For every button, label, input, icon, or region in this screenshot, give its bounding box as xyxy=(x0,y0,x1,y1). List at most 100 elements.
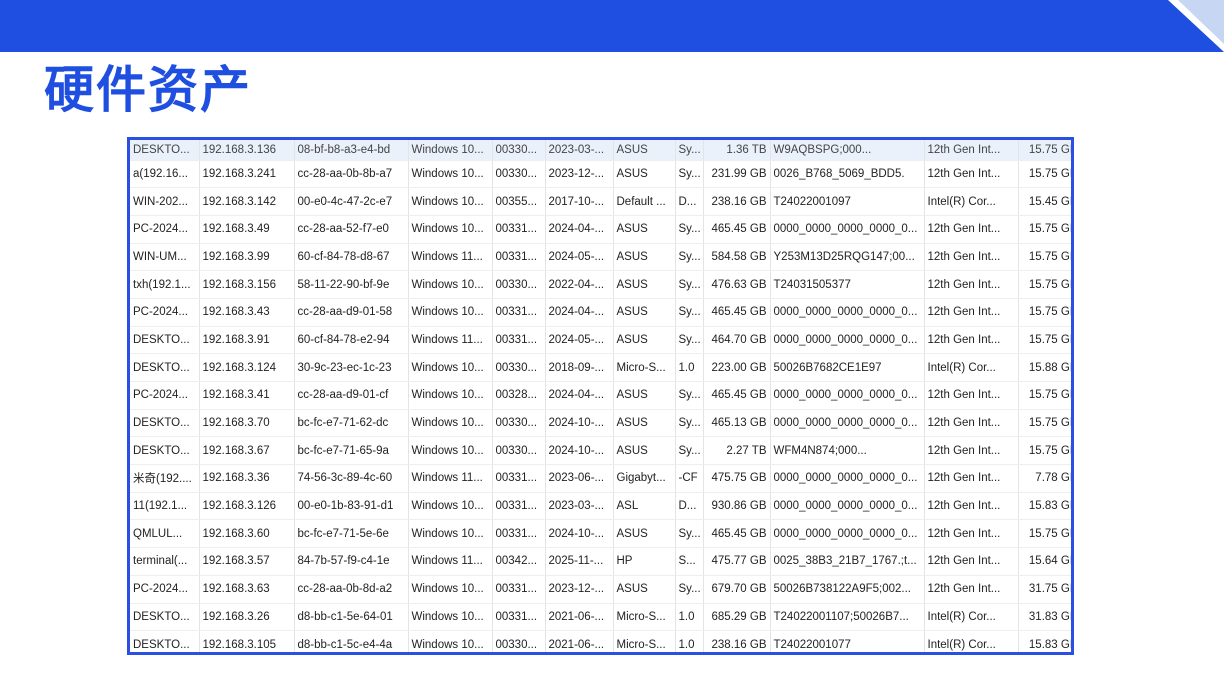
table-cell: 00330... xyxy=(492,270,546,299)
table-row[interactable]: DESKTO... 192.168.3.26 d8-bb-c1-5e-64-01 Wi… xyxy=(130,603,1071,632)
table-cell: 11(192.1... xyxy=(130,492,200,521)
table-cell: ASUS xyxy=(613,381,676,410)
table-row[interactable]: DESKTO... 192.168.3.91 60-cf-84-78-e2-94 Wi… xyxy=(130,326,1071,355)
table-cell: 2024-05-... xyxy=(545,326,614,355)
table-cell: Windows 10... xyxy=(408,215,493,244)
table-cell: Windows 10... xyxy=(408,187,493,216)
table-row[interactable]: DESKTO... 192.168.3.70 bc-fc-e7-71-62-dc Wi… xyxy=(130,409,1071,438)
table-cell: T24022001107;50026B7... xyxy=(770,603,925,632)
table-row[interactable]: PC-2024... 192.168.3.41 cc-28-aa-d9-01-cf W… xyxy=(130,381,1071,410)
table-cell: 7.78 GB xyxy=(1018,464,1071,493)
table-cell: 米奇(192.... xyxy=(130,464,200,493)
table-cell: 192.168.3.26 xyxy=(199,603,295,632)
table-cell: 60-cf-84-78-e2-94 xyxy=(294,326,409,355)
table-cell: 465.13 GB xyxy=(703,409,771,438)
table-cell: T24022001097 xyxy=(770,187,925,216)
table-cell: 2024-05-... xyxy=(545,243,614,272)
table-cell: Intel(R) Cor... xyxy=(924,187,1019,216)
table-cell: 00-e0-1b-83-91-d1 xyxy=(294,492,409,521)
table-cell: 15.75 GB xyxy=(1018,326,1071,355)
table-cell: 2021-06-... xyxy=(545,630,614,652)
table-cell: 31.75 GB xyxy=(1018,575,1071,604)
table-cell: 685.29 GB xyxy=(703,603,771,632)
table-cell: Sy... xyxy=(675,409,704,438)
table-cell: 12th Gen Int... xyxy=(924,409,1019,438)
table-cell: cc-28-aa-0b-8b-a7 xyxy=(294,160,409,189)
table-cell: 192.168.3.63 xyxy=(199,575,295,604)
table-cell: Windows 10... xyxy=(408,603,493,632)
table-cell: 465.45 GB xyxy=(703,519,771,549)
table-cell: Default ... xyxy=(613,187,676,216)
table-cell: 238.16 GB xyxy=(703,187,771,216)
table-cell: 1.0 xyxy=(675,353,704,382)
table-row[interactable]: a(192.16... 192.168.3.241 cc-28-aa-0b-8b-a… xyxy=(130,160,1071,189)
table-cell: Sy... xyxy=(675,381,704,410)
table-cell: 00331... xyxy=(492,492,546,521)
table-cell: DESKTO... xyxy=(130,140,200,161)
table-cell: Sy... xyxy=(675,519,704,549)
table-cell: 00330... xyxy=(492,140,546,161)
table-row[interactable]: QMLUL... 192.168.3.60 bc-fc-e7-71-5e-6e Win… xyxy=(130,519,1071,549)
table-cell: Sy... xyxy=(675,326,704,355)
table-cell: 15.83 GB xyxy=(1018,630,1071,652)
table-cell: 00331... xyxy=(492,464,546,493)
table-cell: Windows 10... xyxy=(408,492,493,521)
table-row[interactable]: 11(192.1... 192.168.3.126 00-e0-1b-83-91-d… xyxy=(130,492,1071,521)
table-cell: 0000_0000_0000_0000_0... xyxy=(770,298,925,327)
table-cell: 12th Gen Int... xyxy=(924,140,1019,161)
table-cell: 2023-12-... xyxy=(545,575,614,604)
table-cell: Windows 10... xyxy=(408,160,493,189)
table-row[interactable]: PC-2024... 192.168.3.63 cc-28-aa-0b-8d-a2 W… xyxy=(130,575,1071,604)
table-cell: Windows 10... xyxy=(408,381,493,410)
table-cell: 0000_0000_0000_0000_0... xyxy=(770,464,925,493)
table-cell: ASUS xyxy=(613,519,676,549)
table-cell: 15.75 GB xyxy=(1018,160,1071,189)
table-row[interactable]: WIN-202... 192.168.3.142 00-e0-4c-47-2c-e7… xyxy=(130,187,1071,216)
table-cell: 12th Gen Int... xyxy=(924,215,1019,244)
asset-table-screenshot: DESKTO... 192.168.3.136 08-bf-b8-a3-e4-bd W… xyxy=(127,137,1074,655)
table-cell: ASUS xyxy=(613,326,676,355)
table-cell: 0025_38B3_21B7_1767.;t... xyxy=(770,547,925,576)
table-cell: 2024-04-... xyxy=(545,298,614,327)
table-cell: 15.75 GB xyxy=(1018,215,1071,244)
table-row[interactable]: DESKTO... 192.168.3.67 bc-fc-e7-71-65-9a Wi… xyxy=(130,436,1071,466)
table-cell: 00331... xyxy=(492,603,546,632)
table-row[interactable]: terminal(... 192.168.3.57 84-7b-57-f9-c4-1… xyxy=(130,547,1071,576)
table-cell: 2021-06-... xyxy=(545,603,614,632)
table-cell: 475.77 GB xyxy=(703,547,771,576)
table-cell: Windows 10... xyxy=(408,630,493,652)
table-cell: ASL xyxy=(613,492,676,521)
table-row[interactable]: DESKTO... 192.168.3.105 d8-bb-c1-5c-e4-4a W… xyxy=(130,630,1071,652)
table-cell: Windows 10... xyxy=(408,298,493,327)
table-cell: 930.86 GB xyxy=(703,492,771,521)
table-cell: PC-2024... xyxy=(130,215,200,244)
table-cell: 2017-10-... xyxy=(545,187,614,216)
table-cell: 15.88 GB xyxy=(1018,353,1071,382)
table-row[interactable]: WIN-UM... 192.168.3.99 60-cf-84-78-d8-67 Wi… xyxy=(130,243,1071,272)
table-row[interactable]: PC-2024... 192.168.3.49 cc-28-aa-52-f7-e0 W… xyxy=(130,215,1071,244)
table-row[interactable]: DESKTO... 192.168.3.124 30-9c-23-ec-1c-23 W… xyxy=(130,353,1071,382)
table-cell: Windows 11... xyxy=(408,326,493,355)
table-cell: 192.168.3.49 xyxy=(199,215,295,244)
table-cell: 192.168.3.91 xyxy=(199,326,295,355)
table-cell: ASUS xyxy=(613,140,676,161)
asset-table: DESKTO... 192.168.3.136 08-bf-b8-a3-e4-bd W… xyxy=(130,140,1071,652)
table-cell: 0000_0000_0000_0000_0... xyxy=(770,409,925,438)
table-row[interactable]: DESKTO... 192.168.3.136 08-bf-b8-a3-e4-bd W… xyxy=(130,140,1071,161)
table-row[interactable]: 米奇(192.... 192.168.3.36 74-56-3c-89-4c-60 W… xyxy=(130,464,1071,493)
table-cell: 465.45 GB xyxy=(703,215,771,244)
table-cell: Sy... xyxy=(675,270,704,299)
table-cell: 192.168.3.105 xyxy=(199,630,295,652)
table-cell: cc-28-aa-d9-01-cf xyxy=(294,381,409,410)
table-cell: bc-fc-e7-71-5e-6e xyxy=(294,519,409,549)
header-bar xyxy=(0,0,1224,52)
table-row[interactable]: txh(192.1... 192.168.3.156 58-11-22-90-bf-… xyxy=(130,270,1071,299)
table-cell: 58-11-22-90-bf-9e xyxy=(294,270,409,299)
table-cell: ASUS xyxy=(613,215,676,244)
table-cell: 192.168.3.99 xyxy=(199,243,295,272)
table-cell: Sy... xyxy=(675,243,704,272)
table-row[interactable]: PC-2024... 192.168.3.43 cc-28-aa-d9-01-58 W… xyxy=(130,298,1071,327)
table-cell: Gigabyt... xyxy=(613,464,676,493)
table-cell: 192.168.3.43 xyxy=(199,298,295,327)
table-cell: Sy... xyxy=(675,298,704,327)
